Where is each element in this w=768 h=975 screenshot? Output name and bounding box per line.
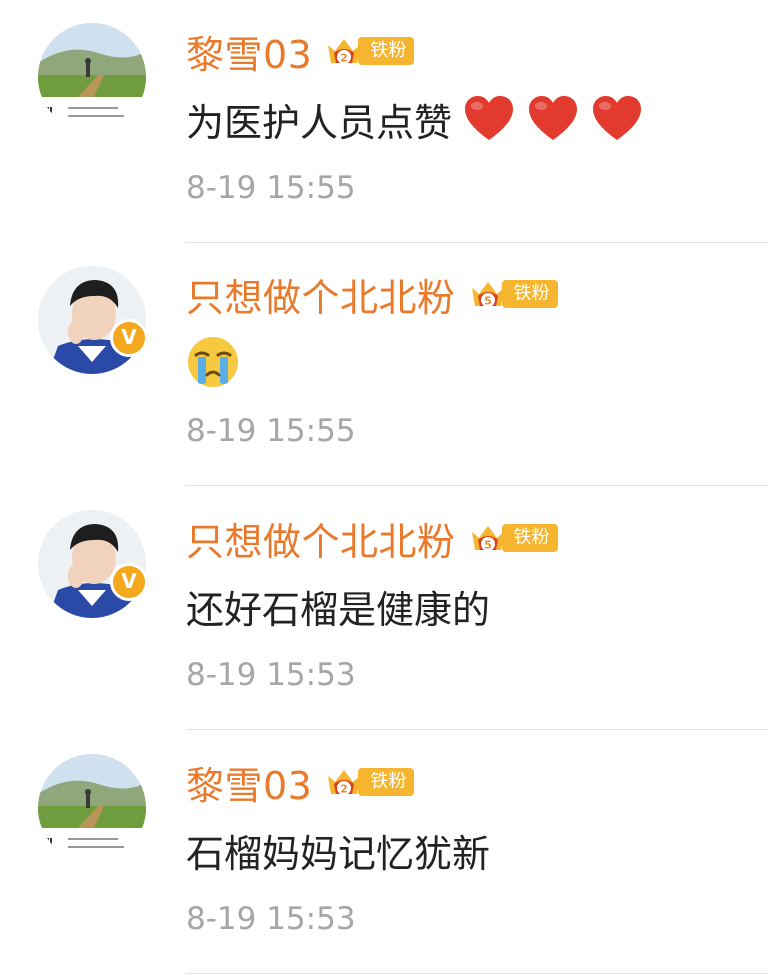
timestamp: 8-19 15:53 <box>186 901 356 937</box>
comment-header: 只想做个北北粉 5 铁粉 <box>186 267 558 322</box>
crown-icon: 5 <box>471 282 504 308</box>
comment-text <box>186 334 240 390</box>
fan-label: 铁粉 <box>501 524 558 552</box>
comment-header: 只想做个北北粉 5 铁粉 <box>186 511 558 566</box>
username[interactable]: 黎雪03 <box>186 24 312 79</box>
comment-item[interactable]: 黎雪03 2 铁粉 为医护人员点赞 8-19 15:55 <box>0 0 768 243</box>
timestamp: 8-19 15:53 <box>186 657 356 693</box>
fan-level: 2 <box>341 783 349 796</box>
fan-level: 2 <box>341 52 349 65</box>
divider <box>186 973 768 974</box>
comment-item[interactable]: V 只想做个北北粉 5 铁粉 还好石榴是健康的 8-19 15:53 <box>0 487 768 730</box>
fan-level: 5 <box>484 539 492 552</box>
fan-badge[interactable]: 5 铁粉 <box>468 521 558 555</box>
landscape-avatar-image <box>38 23 146 131</box>
divider <box>186 729 768 730</box>
fan-badge[interactable]: 5 铁粉 <box>468 277 558 311</box>
landscape-avatar-image <box>38 754 146 862</box>
verified-badge: V <box>110 563 148 601</box>
comment-header: 黎雪03 2 铁粉 <box>186 755 415 810</box>
timestamp: 8-19 15:55 <box>186 170 356 206</box>
emoji-group <box>462 94 654 144</box>
comment-text-content: 还好石榴是健康的 <box>186 587 491 632</box>
crown-icon: 2 <box>328 770 361 796</box>
comment-item[interactable]: V 只想做个北北粉 5 铁粉 8-19 15:55 <box>0 243 768 486</box>
comment-text: 为医护人员点赞 <box>186 91 654 147</box>
comment-text: 石榴妈妈记忆犹新 <box>186 822 490 878</box>
fan-label: 铁粉 <box>358 37 415 65</box>
username[interactable]: 只想做个北北粉 <box>186 267 456 322</box>
comment-text-content: 为医护人员点赞 <box>186 100 453 145</box>
red-heart-icon <box>465 96 514 140</box>
username[interactable]: 黎雪03 <box>186 755 312 810</box>
comment-header: 黎雪03 2 铁粉 <box>186 24 415 79</box>
fan-badge[interactable]: 2 铁粉 <box>324 34 415 68</box>
timestamp: 8-19 15:55 <box>186 413 356 449</box>
fan-level: 5 <box>484 295 492 308</box>
fan-label: 铁粉 <box>358 768 415 796</box>
red-heart-icon <box>593 96 642 140</box>
crown-icon: 2 <box>328 39 361 65</box>
avatar[interactable] <box>38 754 146 862</box>
verified-badge: V <box>110 319 148 357</box>
comment-text: 还好石榴是健康的 <box>186 578 490 634</box>
comment-item[interactable]: 黎雪03 2 铁粉 石榴妈妈记忆犹新 8-19 15:53 <box>0 731 768 974</box>
comment-text-content: 石榴妈妈记忆犹新 <box>186 831 491 876</box>
fan-label: 铁粉 <box>501 280 558 308</box>
fan-badge[interactable]: 2 铁粉 <box>324 765 415 799</box>
crying-face-icon <box>188 337 238 387</box>
username[interactable]: 只想做个北北粉 <box>186 511 456 566</box>
avatar[interactable] <box>38 23 146 131</box>
crown-icon: 5 <box>471 526 504 552</box>
red-heart-icon <box>529 96 578 140</box>
divider <box>186 485 768 486</box>
